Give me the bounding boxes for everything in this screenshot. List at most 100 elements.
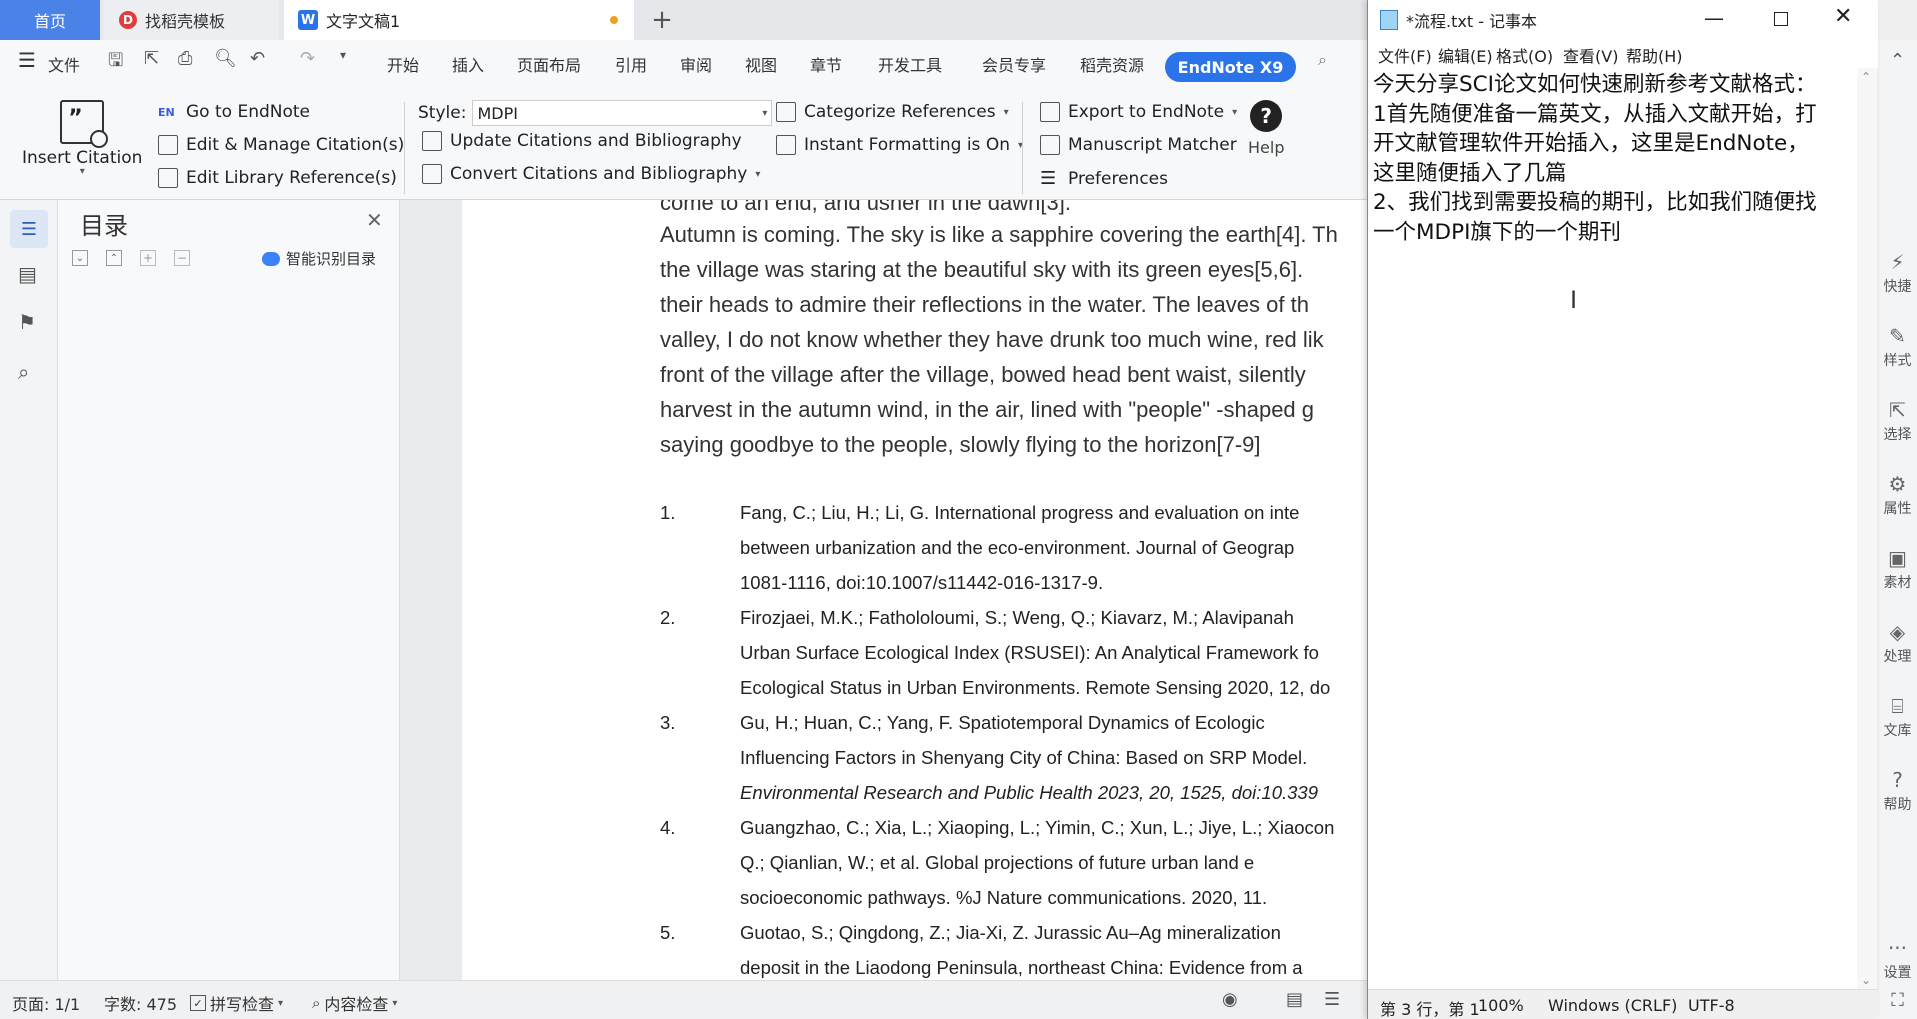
expand-all-icon[interactable]: ⌄	[72, 250, 88, 266]
convert-citations-button[interactable]: Convert Citations and Bibliography ▾	[422, 164, 760, 184]
sidebar-shortcut[interactable]: ⚡ 快捷	[1877, 250, 1917, 296]
close-icon[interactable]: ✕	[366, 208, 383, 232]
notepad-menu-file[interactable]: 文件(F)	[1378, 43, 1432, 67]
remove-level-icon[interactable]: −	[174, 250, 190, 266]
maximize-icon[interactable]	[1774, 12, 1788, 26]
export-pdf-icon[interactable]: ⇱	[144, 48, 159, 69]
notepad-editor[interactable]: 今天分享SCI论文如何快速刷新参考文献格式： 1首先随便准备一篇英文，从插入文献…	[1373, 70, 1843, 247]
sidebar-style[interactable]: ✎ 样式	[1877, 324, 1917, 370]
zoom-level: 100%	[1478, 996, 1524, 1015]
menu-chapter[interactable]: 章节	[810, 52, 842, 76]
undo-icon[interactable]: ↶	[250, 48, 265, 69]
status-bar: 页面: 1/1 字数: 475 ✓ 拼写检查 ▾ ⌕ 内容检查 ▾ ◉ ▤ ☰	[0, 980, 1368, 1019]
notepad-scrollbar[interactable]: ⌃ ⌄	[1857, 68, 1877, 989]
notepad-menu-help[interactable]: 帮助(H)	[1626, 43, 1683, 67]
eye-protection-icon[interactable]: ◉	[1222, 989, 1238, 1010]
body-line: front of the village after the village, …	[660, 362, 1306, 387]
redo-icon[interactable]: ↷	[300, 48, 315, 69]
menu-view[interactable]: 视图	[745, 52, 777, 76]
menu-review[interactable]: 审阅	[680, 52, 712, 76]
style-dropdown-value: MDPI	[477, 103, 518, 123]
page-count[interactable]: 页面: 1/1	[12, 991, 80, 1015]
notepad-menu-format[interactable]: 格式(O)	[1496, 43, 1553, 67]
export-to-endnote-button[interactable]: Export to EndNote ▾	[1040, 102, 1237, 122]
print-preview-icon[interactable]: 🔍︎	[214, 48, 237, 69]
insert-citation-button[interactable]: ” Insert Citation ▾	[22, 100, 142, 177]
reference-number: 3.	[660, 712, 676, 733]
go-to-endnote-button[interactable]: EN Go to EndNote	[158, 102, 310, 122]
edit-library-reference-button[interactable]: Edit Library Reference(s)	[158, 168, 397, 188]
sidebar-settings[interactable]: ··· 设置	[1877, 936, 1917, 982]
edit-citation-icon	[158, 135, 178, 155]
minimize-icon[interactable]: —	[1704, 6, 1724, 30]
menu-endnote-tab[interactable]: EndNote X9	[1165, 52, 1296, 82]
notepad-app-icon	[1380, 10, 1398, 30]
style-selector: Style: MDPI ▾	[418, 100, 773, 126]
chevron-up-icon[interactable]: ⌃	[1877, 50, 1917, 71]
sidebar-properties[interactable]: ⚙ 属性	[1877, 472, 1917, 518]
reference-number: 1.	[660, 502, 676, 523]
fullscreen-icon[interactable]: ⛶	[1877, 990, 1917, 1011]
menu-references[interactable]: 引用	[615, 52, 647, 76]
word-count[interactable]: 字数: 475	[104, 991, 177, 1015]
new-tab-button[interactable]: +	[648, 0, 676, 40]
close-window-icon[interactable]: ✕	[1834, 4, 1852, 29]
manuscript-matcher-button[interactable]: Manuscript Matcher	[1040, 135, 1237, 155]
sidebar-select[interactable]: ⇱ 选择	[1877, 398, 1917, 444]
outline-view-icon[interactable]: ☰	[1324, 989, 1340, 1010]
tab-home[interactable]: 首页	[0, 0, 100, 40]
instant-formatting-button[interactable]: Instant Formatting is On ▾	[776, 135, 1023, 155]
categorize-references-button[interactable]: Categorize References ▾	[776, 102, 1009, 122]
bookmark-icon[interactable]: ⚑	[18, 310, 36, 334]
print-icon[interactable]: ⎙	[178, 48, 192, 69]
reference-line: Guotao, S.; Qingdong, Z.; Jia-Xi, Z. Jur…	[740, 922, 1281, 943]
insert-citation-caret-icon: ▾	[79, 166, 85, 177]
sidebar-assets[interactable]: ▣ 素材	[1877, 546, 1917, 592]
save-icon[interactable]: 🖫	[108, 48, 123, 78]
scroll-up-icon[interactable]: ⌃	[1861, 70, 1871, 84]
spell-check-button[interactable]: ✓ 拼写检查 ▾	[190, 991, 283, 1015]
collapse-all-icon[interactable]: ⌃	[106, 250, 122, 266]
sidebar-library[interactable]: ⌸ 文库	[1877, 694, 1917, 740]
menu-member[interactable]: 会员专享	[982, 52, 1046, 76]
help-button[interactable]: ? Help	[1248, 100, 1284, 157]
menu-start[interactable]: 开始	[387, 52, 419, 76]
reference-line: deposit in the Liaodong Peninsula, north…	[740, 957, 1303, 978]
menu-page-layout[interactable]: 页面布局	[517, 52, 581, 76]
body-line: harvest in the autumn wind, in the air, …	[660, 397, 1315, 422]
style-dropdown[interactable]: MDPI ▾	[472, 100, 773, 126]
image-icon: ▣	[1888, 546, 1907, 570]
nav-pane-icon[interactable]: ▤	[18, 262, 37, 286]
menu-docer[interactable]: 稻壳资源	[1080, 52, 1144, 76]
tab-document[interactable]: W 文字文稿1	[284, 0, 634, 40]
content-check-button[interactable]: ⌕ 内容检查 ▾	[312, 991, 397, 1015]
menu-insert[interactable]: 插入	[452, 52, 484, 76]
sidebar-help[interactable]: ? 帮助	[1877, 768, 1917, 814]
sidebar-process[interactable]: ◈ 处理	[1877, 620, 1917, 666]
quick-access-dropdown-icon[interactable]: ▾	[340, 48, 346, 62]
page-view-icon[interactable]: ▤	[1286, 989, 1303, 1010]
reference-line: Firozjaei, M.K.; Fathololoumi, S.; Weng,…	[740, 607, 1294, 628]
menu-developer[interactable]: 开发工具	[878, 52, 942, 76]
edit-manage-citations-button[interactable]: Edit & Manage Citation(s)	[158, 135, 404, 155]
document-page[interactable]: come to an end, and usher in the dawn[3]…	[462, 200, 1368, 980]
sidebar-style-label: 样式	[1883, 353, 1912, 369]
hamburger-icon[interactable]: ☰	[18, 48, 36, 72]
menu-file[interactable]: 文件	[48, 52, 80, 76]
scroll-down-icon[interactable]: ⌄	[1861, 973, 1871, 987]
find-icon[interactable]: ⌕	[18, 360, 29, 384]
ribbon-separator	[1022, 102, 1023, 194]
tab-template[interactable]: D 找稻壳模板	[103, 0, 279, 40]
preferences-button[interactable]: ☰ Preferences	[1040, 168, 1168, 189]
search-icon[interactable]: ⌕	[1318, 50, 1327, 70]
endnote-ribbon: ” Insert Citation ▾ EN Go to EndNote Edi…	[0, 96, 1368, 200]
add-level-icon[interactable]: +	[140, 250, 156, 266]
update-citations-button[interactable]: Update Citations and Bibliography	[422, 131, 742, 151]
content-check-label: 内容检查	[324, 995, 389, 1014]
preferences-icon: ☰	[1040, 168, 1057, 189]
toc-panel-icon[interactable]: ☰	[10, 210, 48, 248]
cursor-icon: ⇱	[1889, 398, 1906, 422]
notepad-menu-edit[interactable]: 编辑(E)	[1438, 43, 1493, 67]
notepad-menu-view[interactable]: 查看(V)	[1563, 43, 1618, 67]
smart-toc-button[interactable]: 智能识别目录	[262, 248, 376, 269]
